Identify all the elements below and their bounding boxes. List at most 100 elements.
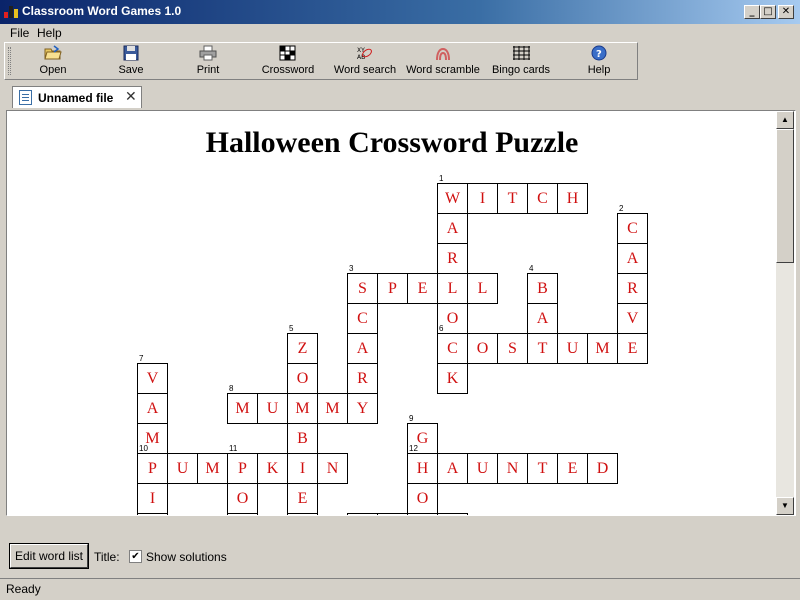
crossword-button[interactable]: Crossword xyxy=(256,45,320,79)
cell-letter: V xyxy=(626,310,639,327)
word-scramble-icon xyxy=(434,45,452,61)
crossword-cell: W1 xyxy=(437,175,468,214)
clue-number: 10 xyxy=(139,444,148,453)
crossword-cell: T xyxy=(527,453,558,484)
crossword-cell: U xyxy=(257,393,288,424)
cell-letter: A xyxy=(446,220,459,237)
cell-letter: H xyxy=(566,190,579,207)
svg-text:AB: AB xyxy=(357,54,365,61)
cell-letter: A xyxy=(536,310,549,327)
scroll-up-button[interactable]: ▲ xyxy=(776,111,794,129)
crossword-cell xyxy=(407,513,438,515)
clue-number: 11 xyxy=(229,444,238,453)
crossword-cell: S3 xyxy=(347,265,378,304)
cell-letter: E xyxy=(417,280,428,297)
crossword-cell: A xyxy=(347,333,378,364)
crossword-cell: A xyxy=(527,303,558,334)
crossword-cell: E xyxy=(557,453,588,484)
crossword-cell: U xyxy=(557,333,588,364)
clue-number: 7 xyxy=(139,354,144,363)
scroll-down-button[interactable]: ▼ xyxy=(776,497,794,515)
scroll-thumb[interactable] xyxy=(776,129,794,263)
crossword-cell: R xyxy=(437,243,468,274)
menu-file[interactable]: File xyxy=(10,26,29,40)
crossword-cell: M8 xyxy=(227,385,258,424)
close-button[interactable]: ✕ xyxy=(778,5,794,19)
cell-letter: P xyxy=(238,460,247,477)
svg-text:XY: XY xyxy=(357,47,365,54)
clue-number: 3 xyxy=(349,264,354,273)
cell-letter: M xyxy=(205,460,220,477)
cell-letter: T xyxy=(537,460,548,477)
cell-letter: W xyxy=(444,190,461,207)
crossword-cell: H xyxy=(557,183,588,214)
crossword-cell: N xyxy=(497,453,528,484)
clue-number: 2 xyxy=(619,204,624,213)
tab-unnamed-file[interactable]: Unnamed file ✕ xyxy=(12,86,142,108)
crossword-cell: P xyxy=(377,273,408,304)
cell-letter: C xyxy=(447,340,458,357)
cell-letter: O xyxy=(236,490,249,507)
toolbar-grip[interactable] xyxy=(8,47,11,75)
cell-letter: M xyxy=(235,400,250,417)
crossword-cell: I xyxy=(287,453,318,484)
crossword-cell: C2 xyxy=(617,205,648,244)
title-label: Title: xyxy=(94,550,120,564)
cell-letter: A xyxy=(146,400,159,417)
word-search-button[interactable]: XY AB Word search xyxy=(331,45,399,79)
cell-letter: B xyxy=(297,430,308,447)
cell-letter: M xyxy=(325,400,340,417)
vertical-scrollbar[interactable]: ▲ ▼ xyxy=(776,111,794,515)
crossword-cell xyxy=(227,513,258,515)
cell-letter: S xyxy=(358,280,367,297)
crossword-cell: L xyxy=(467,273,498,304)
edit-word-list-button[interactable]: Edit word list xyxy=(10,544,88,568)
cell-letter: M xyxy=(595,340,610,357)
word-search-icon: XY AB xyxy=(356,45,374,61)
crossword-cell: M xyxy=(197,453,228,484)
print-button[interactable]: Print xyxy=(180,45,236,79)
crossword-cell: C6 xyxy=(437,325,468,364)
show-solutions-checkbox[interactable]: ✔ xyxy=(129,550,142,563)
document-icon xyxy=(19,90,32,105)
crossword-cell: V7 xyxy=(137,355,168,394)
cell-letter: K xyxy=(266,460,279,477)
maximize-button[interactable]: □ xyxy=(760,5,776,19)
crossword-cell: A xyxy=(437,453,468,484)
menu-help[interactable]: Help xyxy=(37,26,62,40)
cell-letter: R xyxy=(357,370,368,387)
cell-letter: I xyxy=(299,460,306,477)
word-scramble-button[interactable]: Word scramble xyxy=(405,45,481,79)
minimize-button[interactable]: _ xyxy=(744,5,760,19)
title-bar: Classroom Word Games 1.0 _ □ ✕ xyxy=(0,0,800,24)
bingo-cards-button[interactable]: Bingo cards xyxy=(489,45,553,79)
show-solutions-label[interactable]: Show solutions xyxy=(146,550,227,564)
cell-letter: N xyxy=(326,460,339,477)
cell-letter: O xyxy=(416,490,429,507)
crossword-cell: O xyxy=(467,333,498,364)
open-button[interactable]: Open xyxy=(25,45,81,79)
clue-number: 9 xyxy=(409,414,414,423)
cell-letter: R xyxy=(627,280,638,297)
crossword-cell: U xyxy=(167,453,198,484)
status-text: Ready xyxy=(6,582,41,596)
cell-letter: B xyxy=(537,280,548,297)
cell-letter: C xyxy=(357,310,368,327)
save-button[interactable]: Save xyxy=(103,45,159,79)
crossword-cell xyxy=(137,513,168,515)
crossword-cell: H 12 xyxy=(407,445,438,484)
close-tab-icon[interactable]: ✕ xyxy=(125,89,137,105)
crossword-cell: D xyxy=(587,453,618,484)
cell-letter: D xyxy=(596,460,609,477)
crossword-cell: B4 xyxy=(527,265,558,304)
cell-letter: P xyxy=(388,280,397,297)
cell-letter: C xyxy=(627,220,638,237)
help-button[interactable]: ? Help xyxy=(571,45,627,79)
crossword-cell: B xyxy=(287,423,318,454)
cell-letter: G xyxy=(416,430,429,447)
crossword-cell: E xyxy=(287,483,318,514)
crossword-cell: I xyxy=(137,483,168,514)
crossword-cell: T xyxy=(527,333,558,364)
crossword-cell xyxy=(347,513,378,515)
status-bar: Ready xyxy=(0,578,800,600)
